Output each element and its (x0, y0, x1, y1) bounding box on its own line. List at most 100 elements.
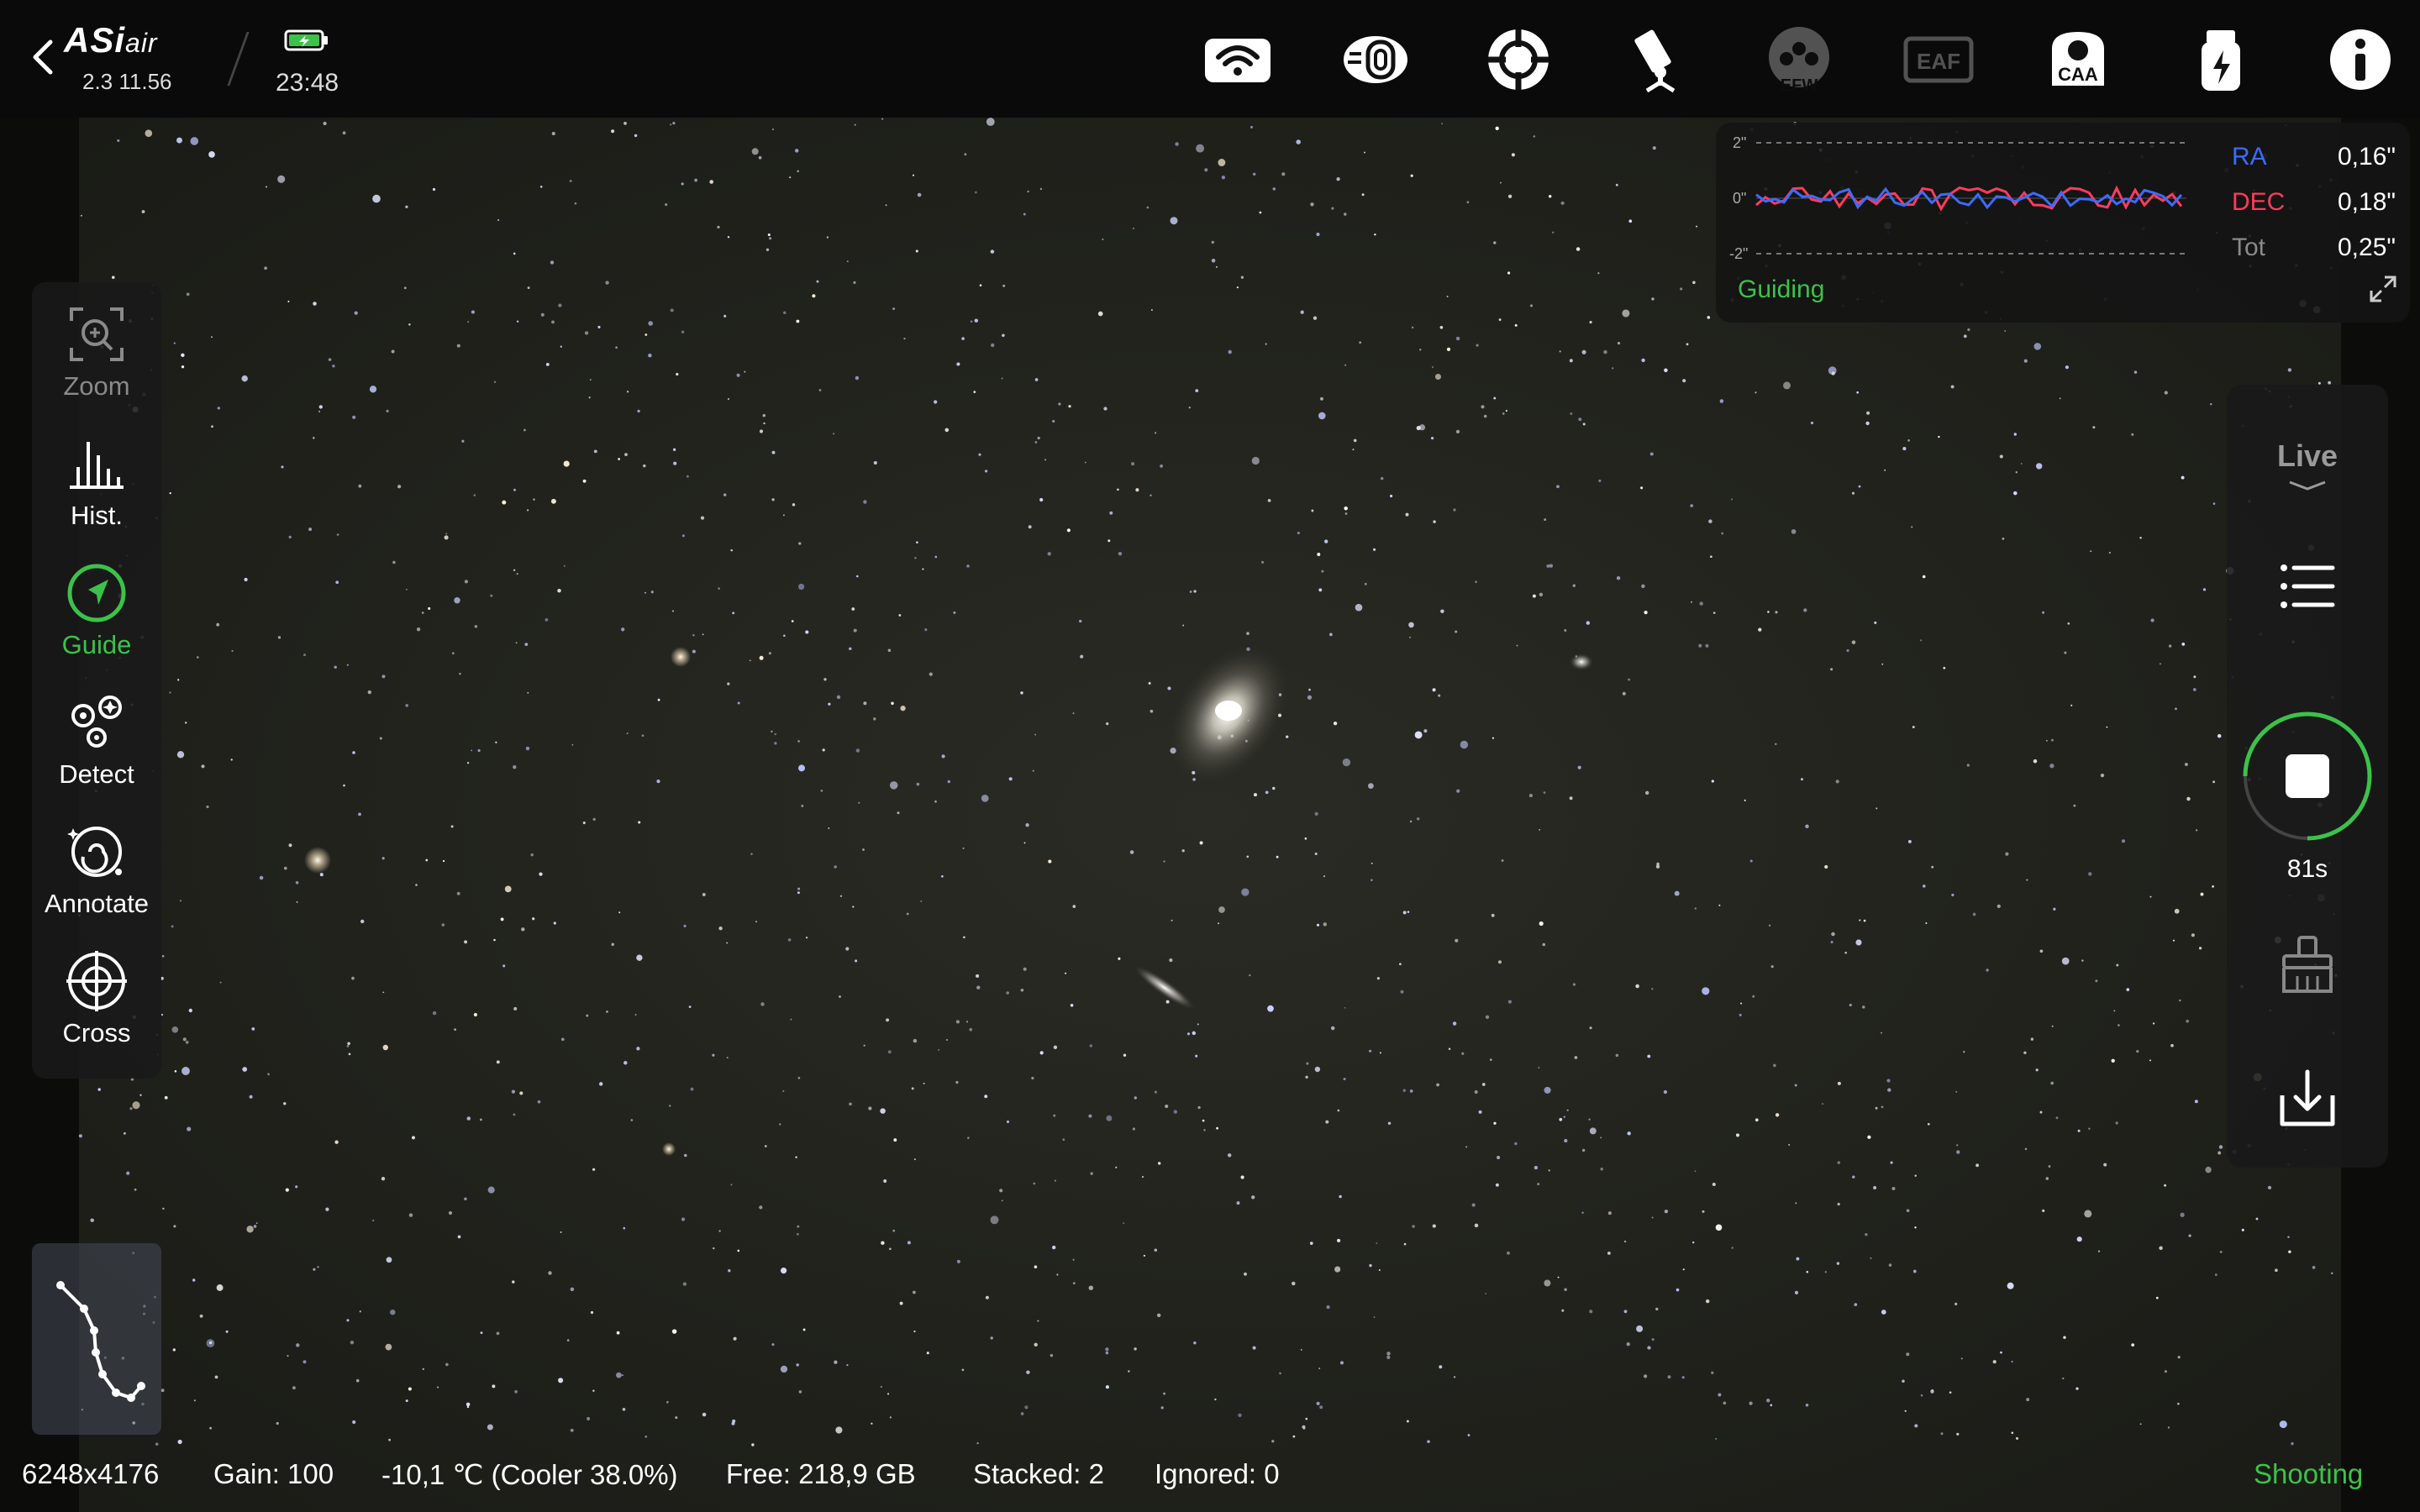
star (1641, 358, 1645, 363)
star (590, 1310, 594, 1315)
star (1154, 432, 1157, 434)
star (2015, 1436, 2019, 1440)
star (2005, 852, 2009, 856)
star (173, 342, 176, 344)
caa-button[interactable]: CAA (2040, 24, 2116, 96)
constellation-minimap[interactable] (32, 1243, 161, 1435)
star (1943, 666, 1946, 669)
telescope-button[interactable] (1623, 24, 1699, 96)
usb-storage-button[interactable] (2183, 24, 2259, 96)
mount-button[interactable] (1481, 24, 1556, 96)
star (1411, 326, 1414, 329)
star (1664, 1209, 1669, 1214)
stop-exposure-button[interactable] (2242, 711, 2373, 846)
star (1306, 1062, 1309, 1065)
star (727, 682, 730, 685)
star (1649, 452, 1654, 456)
star (415, 884, 418, 886)
star (976, 1441, 979, 1445)
zoom-button[interactable]: Zoom (32, 291, 161, 417)
axis-top-label: 2" (1733, 134, 1747, 151)
star (1271, 1440, 1275, 1443)
star (266, 186, 267, 188)
star (636, 954, 643, 961)
hist-button[interactable]: Hist. (32, 420, 161, 546)
star (643, 464, 646, 468)
star (527, 691, 529, 694)
star (768, 652, 772, 655)
dec-value: 0,18" (2338, 188, 2396, 216)
star (2064, 651, 2067, 654)
star (379, 737, 382, 740)
guiding-graph-panel[interactable]: 2" 0" -2" RA 0,16" DEC 0,18" Tot 0,25" G… (1716, 123, 2410, 323)
star (1369, 1049, 1372, 1053)
star (323, 121, 327, 126)
star (1440, 609, 1444, 613)
star (2212, 885, 2214, 888)
star (1047, 552, 1051, 556)
guide-button[interactable]: Guide (32, 549, 161, 675)
wifi-button[interactable] (1200, 24, 1276, 96)
star (718, 926, 723, 931)
star (532, 917, 535, 921)
star (1439, 1365, 1443, 1369)
star (1454, 1376, 1456, 1378)
efw-button[interactable]: EFW (1761, 24, 1837, 96)
star (90, 1218, 94, 1222)
star (527, 286, 530, 290)
star (1305, 1075, 1308, 1079)
star (1370, 879, 1373, 881)
star (513, 765, 517, 769)
clean-button[interactable] (2274, 932, 2341, 1004)
detect-button[interactable]: Detect (32, 679, 161, 805)
cross-button[interactable]: Cross (32, 937, 161, 1063)
star (758, 155, 762, 160)
star (1950, 385, 1954, 389)
star (343, 784, 345, 787)
info-button[interactable] (2323, 24, 2398, 96)
expand-icon[interactable] (2368, 274, 2398, 304)
back-button[interactable] (22, 30, 64, 81)
star (749, 659, 751, 662)
star (1615, 183, 1618, 186)
camera-button[interactable] (1338, 24, 1413, 96)
star (2200, 892, 2204, 896)
list-button[interactable] (2274, 553, 2341, 624)
star (1305, 1417, 1308, 1420)
star (1598, 479, 1602, 482)
star (1622, 309, 1630, 318)
annotate-button[interactable]: Annotate (32, 808, 161, 934)
save-download-button[interactable] (2274, 1065, 2341, 1137)
star (1028, 525, 1032, 529)
star (1039, 187, 1043, 191)
star (1600, 1168, 1603, 1171)
star (1623, 1310, 1628, 1314)
star (1088, 1285, 1094, 1290)
star (1272, 786, 1276, 790)
star (1588, 1118, 1591, 1121)
star (2088, 872, 2092, 876)
live-mode-selector[interactable]: Live (2227, 438, 2388, 494)
star (1862, 1005, 1865, 1009)
star (570, 1428, 574, 1432)
star (1336, 177, 1340, 181)
star (1557, 1276, 1560, 1278)
star (605, 281, 609, 285)
eaf-button[interactable]: EAF (1901, 24, 1976, 96)
star (2117, 1024, 2120, 1026)
star (1165, 1000, 1170, 1004)
star (618, 458, 620, 460)
star (196, 656, 199, 659)
star (791, 620, 794, 622)
star (1386, 1355, 1391, 1360)
star (1241, 888, 1249, 896)
star (1887, 1088, 1891, 1092)
star (160, 1389, 165, 1393)
star (471, 749, 473, 752)
star (1768, 924, 1771, 927)
star (283, 1102, 287, 1105)
star (941, 754, 945, 759)
star (1105, 1347, 1109, 1352)
star (938, 1048, 940, 1051)
star (1455, 336, 1460, 341)
